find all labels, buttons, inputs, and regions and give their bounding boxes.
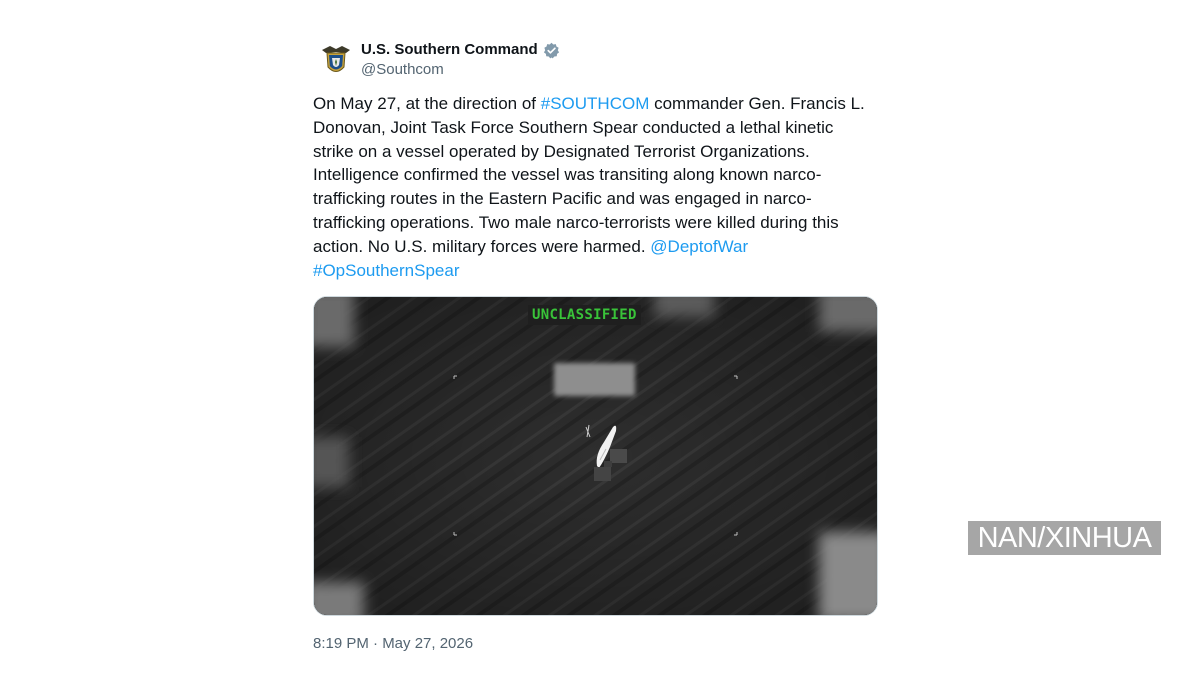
classification-label: UNCLASSIFIED — [528, 305, 641, 325]
account-names: U.S. Southern Command @Southcom — [361, 40, 560, 80]
post-media-video[interactable]: UNCLASSIFIED — [313, 296, 878, 616]
redaction-box — [554, 363, 635, 396]
mention-link[interactable]: @DeptofWar — [650, 237, 748, 256]
post-header: U.S. Southern Command @Southcom — [313, 34, 878, 86]
display-name[interactable]: U.S. Southern Command — [361, 40, 538, 60]
hashtag-link[interactable]: #OpSouthernSpear — [313, 261, 460, 280]
post-timestamp[interactable]: 8:19 PM · May 27, 2026 — [313, 634, 473, 654]
post-text-segment: commander Gen. Francis L. Donovan, Joint… — [313, 94, 865, 256]
verified-badge-icon[interactable] — [543, 42, 560, 59]
post-text: On May 27, at the direction of #SOUTHCOM… — [313, 92, 878, 282]
page: U.S. Southern Command @Southcom On May 2… — [0, 0, 1200, 675]
name-row: U.S. Southern Command — [361, 40, 560, 60]
post-text-segment: On May 27, at the direction of — [313, 94, 541, 113]
photo-credit-watermark: NAN/XINHUA — [968, 521, 1161, 555]
account-handle[interactable]: @Southcom — [361, 60, 560, 80]
hashtag-link[interactable]: #SOUTHCOM — [541, 94, 650, 113]
southcom-crest-icon[interactable] — [316, 40, 356, 80]
post-card: U.S. Southern Command @Southcom On May 2… — [313, 34, 878, 652]
surveillance-video-frame — [314, 297, 877, 615]
